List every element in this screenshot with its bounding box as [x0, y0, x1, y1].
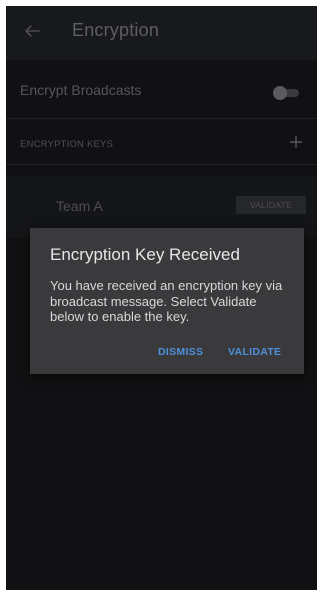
encrypt-broadcasts-label: Encrypt Broadcasts [20, 82, 142, 98]
arrow-left-icon[interactable] [20, 19, 44, 43]
plus-icon[interactable] [288, 134, 304, 150]
dialog-title: Encryption Key Received [50, 245, 240, 264]
dialog-message: You have received an encryption key via … [50, 278, 283, 324]
key-validate-button[interactable]: VALIDATE [236, 196, 306, 214]
encryption-keys-header: ENCRYPTION KEYS [20, 139, 114, 150]
encryption-key-dialog: Encryption Key Received You have receive… [30, 228, 304, 374]
divider [6, 118, 317, 119]
divider [6, 164, 317, 165]
dismiss-button[interactable]: DISMISS [158, 346, 203, 358]
toggle-thumb [273, 86, 287, 100]
validate-button[interactable]: VALIDATE [228, 346, 281, 358]
dialog-actions: DISMISS VALIDATE [30, 346, 304, 366]
device-frame: Encryption Encrypt Broadcasts ENCRYPTION… [0, 0, 323, 592]
app-bar: Encryption [6, 6, 317, 60]
encrypt-broadcasts-toggle[interactable] [273, 86, 299, 100]
encrypt-broadcasts-row[interactable]: Encrypt Broadcasts [6, 68, 317, 114]
key-name: Team A [56, 198, 103, 214]
screen: Encryption Encrypt Broadcasts ENCRYPTION… [6, 6, 317, 590]
page-title: Encryption [72, 20, 160, 40]
